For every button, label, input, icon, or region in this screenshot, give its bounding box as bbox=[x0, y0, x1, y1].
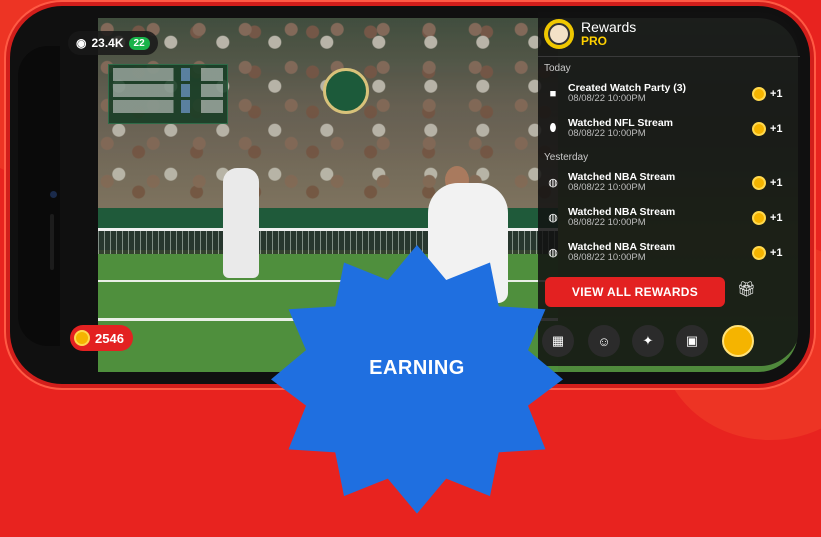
coin-icon bbox=[752, 175, 766, 190]
friends-icon[interactable]: ☺ bbox=[588, 325, 620, 357]
layout-icon[interactable]: ▦ bbox=[542, 325, 574, 357]
rewards-coin-icon[interactable] bbox=[722, 325, 754, 357]
reward-list-item[interactable]: ■ Created Watch Party (3) 08/08/22 10:00… bbox=[538, 76, 800, 111]
gamepad-icon[interactable]: ▣ bbox=[676, 325, 708, 357]
reward-list-item[interactable]: ◍ Watched NBA Stream 08/08/22 10:00PM +1 bbox=[538, 235, 800, 270]
reward-list-item[interactable]: ◍ Watched NBA Stream 08/08/22 10:00PM +1 bbox=[538, 165, 800, 200]
gift-icon[interactable]: 🎁︎ bbox=[737, 282, 756, 298]
tier-badge: PRO bbox=[581, 34, 608, 49]
reward-time: 08/08/22 10:00PM bbox=[568, 217, 646, 229]
basketball-icon: ◍ bbox=[548, 212, 558, 224]
rewards-title: Rewards bbox=[581, 19, 637, 36]
reward-time: 08/08/22 10:00PM bbox=[568, 128, 646, 140]
reward-time: 08/08/22 10:00PM bbox=[568, 182, 646, 194]
coin-icon bbox=[752, 210, 766, 225]
basketball-icon: ◍ bbox=[548, 247, 558, 259]
basketball-icon: ◍ bbox=[548, 177, 558, 189]
rewards-panel: Rewards PRO Today ■ Created Watch Party … bbox=[538, 12, 800, 366]
reward-points: +1 bbox=[770, 246, 783, 259]
camera-icon bbox=[50, 191, 57, 198]
reward-points: +1 bbox=[770, 211, 783, 224]
reward-points: +1 bbox=[770, 176, 783, 189]
eye-icon: ◉ bbox=[76, 36, 87, 50]
reward-points: +1 bbox=[770, 87, 783, 100]
scoreboard bbox=[108, 64, 228, 124]
section-label-today: Today bbox=[544, 63, 571, 74]
video-camera-icon: ■ bbox=[549, 87, 557, 100]
coin-icon bbox=[74, 330, 90, 346]
speaker-grille bbox=[50, 214, 54, 270]
earning-banner-text: EARNING bbox=[369, 357, 465, 379]
coin-icon bbox=[752, 245, 766, 260]
coin-icon bbox=[752, 86, 766, 101]
avatar[interactable] bbox=[544, 19, 574, 49]
reward-list-item[interactable]: ⬮ Watched NFL Stream 08/08/22 10:00PM +1 bbox=[538, 111, 800, 146]
sports-icon[interactable]: ✦ bbox=[632, 325, 664, 357]
coin-balance-pill[interactable]: 2546 bbox=[70, 325, 133, 351]
viewer-count: 23.4K bbox=[91, 36, 124, 50]
football-icon: ⬮ bbox=[549, 122, 557, 134]
reward-time: 08/08/22 10:00PM bbox=[568, 93, 646, 105]
phone-notch bbox=[18, 46, 60, 346]
live-badge: 22 bbox=[128, 36, 150, 50]
coin-icon bbox=[752, 121, 766, 136]
reward-list-item[interactable]: ◍ Watched NBA Stream 08/08/22 10:00PM +1 bbox=[538, 200, 800, 235]
rewards-header: Rewards PRO bbox=[538, 12, 800, 57]
bottom-action-bar: ▦ ☺ ✦ ▣ bbox=[538, 325, 800, 359]
wimbledon-clock bbox=[323, 68, 369, 114]
coin-balance: 2546 bbox=[95, 330, 124, 346]
view-all-rewards-button[interactable]: VIEW ALL REWARDS bbox=[545, 277, 725, 307]
viewer-count-pill: ◉ 23.4K 22 bbox=[68, 31, 158, 55]
reward-points: +1 bbox=[770, 122, 783, 135]
player-figure bbox=[223, 168, 259, 278]
section-label-yesterday: Yesterday bbox=[544, 152, 589, 163]
reward-time: 08/08/22 10:00PM bbox=[568, 252, 646, 264]
